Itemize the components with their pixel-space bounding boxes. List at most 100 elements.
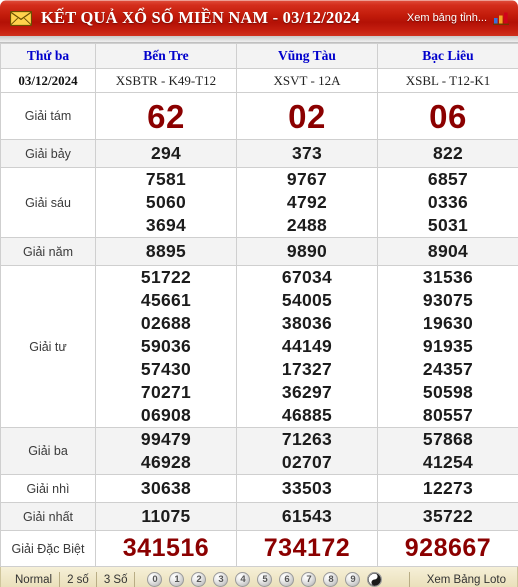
header-right-group: Xem bảng tỉnh... <box>407 11 510 25</box>
prize-label: Giải tư <box>0 265 96 428</box>
prize-values-cell: 62 <box>95 92 237 140</box>
prize-number: 19630 <box>422 313 474 333</box>
prize-number: 62 <box>147 97 185 135</box>
table-row: Giải tư 51722 45661 02688 59036 57430 70271 069… <box>0 265 518 428</box>
column-header-province-3[interactable]: Bạc Liêu <box>377 43 518 69</box>
prize-number: 24357 <box>422 359 474 379</box>
prize-number: 928667 <box>404 534 492 562</box>
prize-number: 341516 <box>122 534 210 562</box>
ticket-code-3: XSBL - T12-K1 <box>377 68 518 93</box>
ticket-code-2: XSVT - 12A <box>236 68 378 93</box>
prize-values-cell: 35722 <box>377 502 518 531</box>
table-row: Giải nhì 30638 33503 12273 <box>0 474 518 503</box>
table-row: Giải năm 8895 9890 8904 <box>0 237 518 266</box>
digit-filter-0[interactable]: 0 <box>147 572 163 587</box>
footer-divider <box>409 572 411 587</box>
prize-number: 5031 <box>427 215 469 235</box>
prize-number: 9767 <box>286 169 328 189</box>
digit-filter-4[interactable]: 4 <box>235 572 251 587</box>
prize-number: 294 <box>150 143 182 163</box>
prize-values-cell: 11075 <box>95 502 237 531</box>
digit-filter-2[interactable]: 2 <box>191 572 207 587</box>
prize-values-cell: 57868 41254 <box>377 427 518 475</box>
prize-values-cell: 8904 <box>377 237 518 266</box>
prize-number: 734172 <box>263 534 351 562</box>
prize-label: Giải ba <box>0 427 96 475</box>
prize-values-cell: 373 <box>236 139 378 168</box>
digit-filter-9[interactable]: 9 <box>345 572 361 587</box>
prize-number: 12273 <box>422 478 474 498</box>
digit-filter-6[interactable]: 6 <box>279 572 295 587</box>
column-header-province-2[interactable]: Vũng Tàu <box>236 43 378 69</box>
bar-chart-icon[interactable] <box>493 11 510 25</box>
digit-filter-group: 0123456789 <box>147 572 383 587</box>
table-body: 03/12/2024 XSBTR - K49-T12 XSVT - 12A XS… <box>0 68 518 567</box>
prize-number: 33503 <box>281 478 333 498</box>
view-loto-table-link[interactable]: Xem Bảng Loto <box>427 574 512 586</box>
digit-filter-3[interactable]: 3 <box>213 572 229 587</box>
prize-values-cell: 7581 5060 3694 <box>95 167 237 238</box>
prize-values-cell: 734172 <box>236 530 378 567</box>
prize-number: 0336 <box>427 192 469 212</box>
column-header-province-1[interactable]: Bến Tre <box>95 43 237 69</box>
prize-number: 46928 <box>140 452 192 472</box>
digit-filter-1[interactable]: 1 <box>169 572 185 587</box>
prize-values-cell: 9767 4792 2488 <box>236 167 378 238</box>
draw-date: 03/12/2024 <box>0 68 96 93</box>
table-row: Giải bảy 294 373 822 <box>0 139 518 168</box>
prize-number: 4792 <box>286 192 328 212</box>
prize-number: 54005 <box>281 290 333 310</box>
prize-number: 80557 <box>422 405 474 425</box>
table-header-row: Thứ ba Bến Tre Vũng Tàu Bạc Liêu <box>0 43 518 69</box>
prize-values-cell: 12273 <box>377 474 518 503</box>
prize-number: 02707 <box>281 452 333 472</box>
prize-number: 99479 <box>140 429 192 449</box>
prize-values-cell: 67034 54005 38036 44149 17327 36297 46885 <box>236 265 378 428</box>
yin-yang-icon[interactable] <box>367 572 383 587</box>
prize-number: 30638 <box>140 478 192 498</box>
table-row: Giải tám 62 02 06 <box>0 92 518 140</box>
prize-number: 50598 <box>422 382 474 402</box>
prize-number: 57430 <box>140 359 192 379</box>
prize-number: 67034 <box>281 267 333 287</box>
prize-number: 02688 <box>140 313 192 333</box>
prize-label: Giải sáu <box>0 167 96 238</box>
results-table: Thứ ba Bến Tre Vũng Tàu Bạc Liêu 03/12/2… <box>0 43 518 567</box>
prize-label: Giải Đặc Biệt <box>0 530 96 567</box>
prize-values-cell: 822 <box>377 139 518 168</box>
prize-label: Giải tám <box>0 92 96 140</box>
prize-values-cell: 51722 45661 02688 59036 57430 70271 06908 <box>95 265 237 428</box>
prize-number: 2488 <box>286 215 328 235</box>
prize-values-cell: 31536 93075 19630 91935 24357 50598 80557 <box>377 265 518 428</box>
prize-number: 36297 <box>281 382 333 402</box>
prize-number: 8904 <box>427 241 469 261</box>
envelope-icon <box>9 10 33 26</box>
prize-number: 51722 <box>140 267 192 287</box>
mode-2-digits[interactable]: 2 số <box>60 573 96 587</box>
prize-number: 822 <box>432 143 464 163</box>
prize-label: Giải nhì <box>0 474 96 503</box>
ticket-code-row: 03/12/2024 XSBTR - K49-T12 XSVT - 12A XS… <box>0 68 518 93</box>
prize-number: 46885 <box>281 405 333 425</box>
page-title: KẾT QUẢ XỔ SỐ MIỀN NAM - 03/12/2024 <box>41 8 360 27</box>
digit-filter-8[interactable]: 8 <box>323 572 339 587</box>
mode-3-digits[interactable]: 3 Số <box>97 573 135 587</box>
prize-number: 17327 <box>281 359 333 379</box>
prize-number: 91935 <box>422 336 474 356</box>
prize-number: 373 <box>291 143 323 163</box>
prize-number: 57868 <box>422 429 474 449</box>
prize-label: Giải nhất <box>0 502 96 531</box>
prize-label: Giải năm <box>0 237 96 266</box>
prize-number: 41254 <box>422 452 474 472</box>
prize-values-cell: 6857 0336 5031 <box>377 167 518 238</box>
view-province-table-link[interactable]: Xem bảng tỉnh... <box>407 12 487 24</box>
prize-values-cell: 99479 46928 <box>95 427 237 475</box>
digit-filter-7[interactable]: 7 <box>301 572 317 587</box>
prize-number: 38036 <box>281 313 333 333</box>
ticket-code-1: XSBTR - K49-T12 <box>95 68 237 93</box>
prize-number: 45661 <box>140 290 192 310</box>
prize-number: 44149 <box>281 336 333 356</box>
digit-filter-5[interactable]: 5 <box>257 572 273 587</box>
mode-normal[interactable]: Normal <box>8 573 59 587</box>
prize-values-cell: 06 <box>377 92 518 140</box>
